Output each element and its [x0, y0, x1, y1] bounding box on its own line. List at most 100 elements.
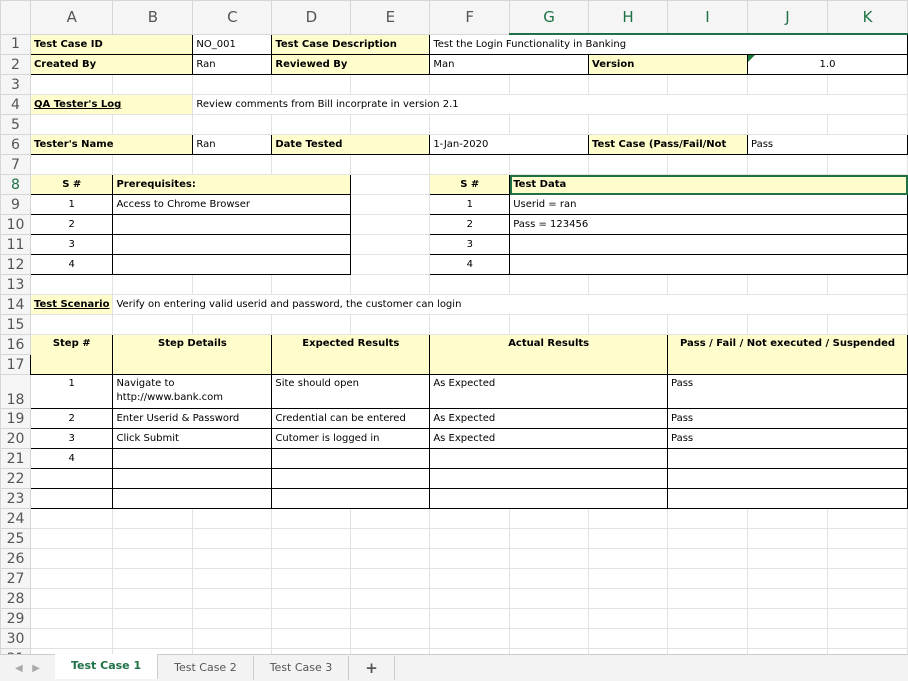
empty-cell[interactable] — [509, 568, 590, 589]
testdata-num[interactable]: 1 — [429, 194, 511, 215]
empty-cell[interactable] — [429, 568, 511, 589]
prereq-item[interactable] — [112, 254, 352, 275]
column-header[interactable]: K — [826, 0, 908, 35]
row-header[interactable]: 2 — [0, 54, 31, 75]
empty-cell[interactable] — [29, 588, 114, 609]
empty-cell[interactable] — [747, 628, 828, 649]
created-by-label[interactable]: Created By — [29, 54, 194, 75]
testdata-num[interactable]: 3 — [429, 234, 511, 255]
row-header[interactable]: 15 — [0, 314, 31, 335]
empty-cell[interactable] — [667, 508, 748, 529]
reviewed-by-cell[interactable]: Man — [429, 54, 590, 75]
empty-cell[interactable] — [667, 588, 748, 609]
empty-cell[interactable] — [826, 528, 908, 549]
empty-cell[interactable] — [826, 548, 908, 569]
empty-cell[interactable] — [429, 508, 511, 529]
empty-cell[interactable] — [271, 528, 352, 549]
row-header[interactable]: 8 — [0, 174, 31, 195]
row-header[interactable]: 29 — [0, 608, 31, 629]
empty-cell[interactable] — [667, 548, 748, 569]
empty-cell[interactable] — [112, 508, 194, 529]
empty-cell[interactable] — [747, 548, 828, 569]
tester-name-label[interactable]: Tester's Name — [29, 134, 194, 155]
empty-cell[interactable] — [29, 568, 114, 589]
pass-fail[interactable] — [667, 468, 908, 489]
step-num[interactable] — [29, 468, 114, 489]
empty-cell[interactable] — [826, 588, 908, 609]
empty-cell[interactable] — [667, 608, 748, 629]
test-result-label[interactable]: Test Case (Pass/Fail/Not — [588, 134, 748, 155]
empty-cell[interactable] — [192, 568, 273, 589]
empty-cell[interactable] — [588, 608, 669, 629]
prereq-num-header[interactable]: S # — [29, 174, 114, 195]
pass-fail[interactable]: Pass — [667, 428, 908, 449]
prereq-num[interactable]: 2 — [29, 214, 114, 235]
testdata-item[interactable] — [509, 234, 908, 255]
row-header[interactable]: 19 — [0, 408, 31, 429]
version-label[interactable]: Version — [588, 54, 748, 75]
empty-cell[interactable] — [826, 508, 908, 529]
empty-cell[interactable] — [667, 568, 748, 589]
empty-cell[interactable] — [588, 568, 669, 589]
empty-cell[interactable] — [747, 588, 828, 609]
empty-cell[interactable] — [271, 548, 352, 569]
pass-fail[interactable] — [667, 448, 908, 469]
row-header[interactable]: 17 — [0, 354, 31, 375]
row-header[interactable]: 3 — [0, 74, 31, 95]
empty-cell[interactable] — [588, 508, 669, 529]
date-tested-cell[interactable]: 1-Jan-2020 — [429, 134, 590, 155]
empty-cell[interactable] — [429, 548, 511, 569]
empty-cell[interactable] — [29, 628, 114, 649]
pass-fail[interactable] — [667, 488, 908, 509]
date-tested-label[interactable]: Date Tested — [271, 134, 431, 155]
row-header[interactable]: 5 — [0, 114, 31, 135]
expected-result[interactable]: Site should open — [271, 374, 431, 409]
row-header[interactable]: 26 — [0, 548, 31, 569]
testdata-header-selected[interactable]: Test Data — [509, 174, 908, 195]
prereq-item[interactable]: Access to Chrome Browser — [112, 194, 352, 215]
empty-cell[interactable] — [826, 568, 908, 589]
empty-cell[interactable] — [826, 608, 908, 629]
empty-cell[interactable] — [509, 508, 590, 529]
empty-cell[interactable] — [509, 628, 590, 649]
row-header[interactable]: 21 — [0, 448, 31, 469]
column-header[interactable]: J — [747, 0, 828, 35]
expected-result[interactable]: Cutomer is logged in — [271, 428, 431, 449]
row-header[interactable]: 28 — [0, 588, 31, 609]
version-cell[interactable]: 1.0 — [747, 54, 908, 75]
actual-result[interactable]: As Expected — [429, 428, 669, 449]
step-num[interactable]: 2 — [29, 408, 114, 429]
testdata-item[interactable]: Userid = ran — [509, 194, 908, 215]
empty-cell[interactable] — [192, 528, 273, 549]
scenario-cell[interactable]: Verify on entering valid userid and pass… — [112, 294, 908, 315]
description-label[interactable]: Test Case Description — [271, 33, 431, 55]
prereq-item[interactable] — [112, 234, 352, 255]
empty-cell[interactable] — [29, 608, 114, 629]
row-header[interactable]: 25 — [0, 528, 31, 549]
testdata-num[interactable]: 2 — [429, 214, 511, 235]
empty-cell[interactable] — [509, 548, 590, 569]
actual-result[interactable] — [429, 468, 669, 489]
empty-cell[interactable] — [271, 608, 352, 629]
empty-cell[interactable] — [112, 588, 194, 609]
empty-cell[interactable] — [747, 608, 828, 629]
pass-fail[interactable]: Pass — [667, 374, 908, 409]
column-header[interactable]: D — [271, 0, 352, 35]
row-header[interactable]: 30 — [0, 628, 31, 649]
empty-cell[interactable] — [29, 548, 114, 569]
empty-cell[interactable] — [29, 528, 114, 549]
empty-cell[interactable] — [112, 628, 194, 649]
empty-cell[interactable] — [350, 508, 431, 529]
row-header[interactable]: 14 — [0, 294, 31, 315]
scenario-label[interactable]: Test Scenario — [29, 294, 114, 315]
empty-cell[interactable] — [747, 528, 828, 549]
empty-cell[interactable] — [192, 628, 273, 649]
empty-cell[interactable] — [271, 588, 352, 609]
empty-cell[interactable] — [350, 588, 431, 609]
prereq-num[interactable]: 1 — [29, 194, 114, 215]
step-details-header[interactable]: Step Details — [112, 334, 273, 375]
row-header[interactable]: 6 — [0, 134, 31, 155]
prereq-item[interactable] — [112, 214, 352, 235]
row-header[interactable]: 16 — [0, 334, 31, 355]
row-header[interactable]: 11 — [0, 234, 31, 255]
